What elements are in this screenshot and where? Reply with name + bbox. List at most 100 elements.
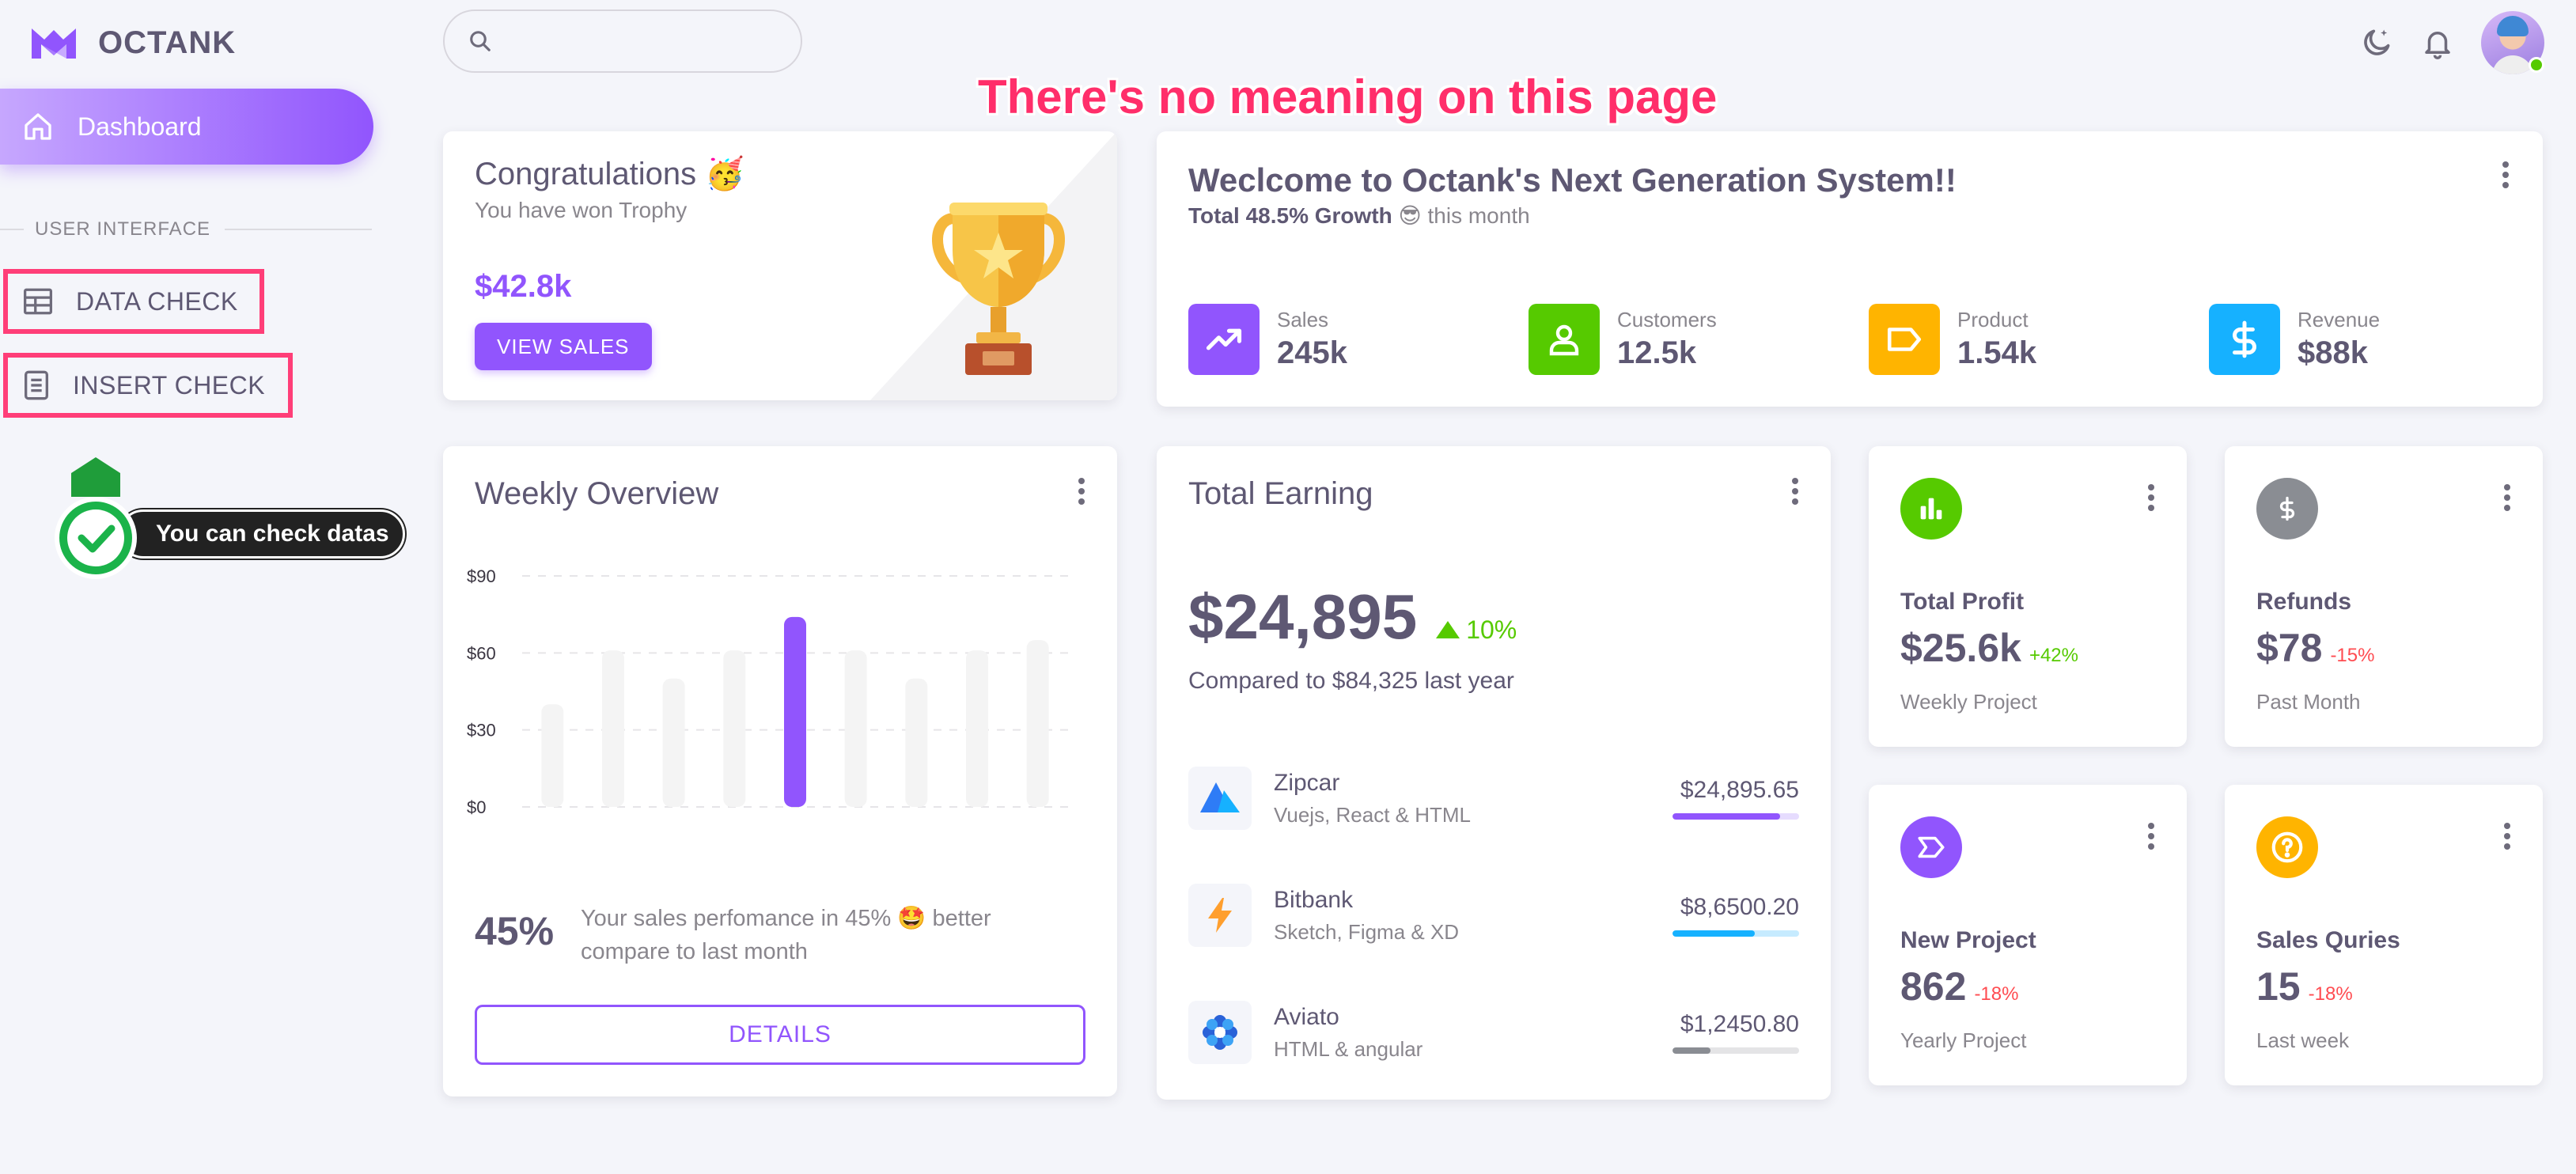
mini-card-value-row: $78 -15%	[2256, 625, 2374, 671]
view-sales-button[interactable]: VIEW SALES	[475, 323, 652, 370]
mini-card-label: Refunds	[2256, 589, 2351, 615]
mini-card-value: $25.6k	[1900, 626, 2021, 670]
tooltip: You can check datas	[119, 509, 405, 559]
congrats-title: Congratulations 🥳	[475, 157, 745, 191]
chart-bar[interactable]	[966, 650, 988, 807]
stat-label: Product	[1957, 308, 2029, 331]
aviato-logo	[1188, 1001, 1252, 1064]
search-input[interactable]	[506, 25, 775, 57]
chart-bar[interactable]	[784, 616, 806, 807]
brand-name: OCTANK	[98, 25, 237, 60]
congrats-amount: $42.8k	[475, 269, 572, 304]
earning-row-bitbank: Bitbank Sketch, Figma & XD $8,6500.20	[1188, 880, 1799, 951]
mini-card-change: -18%	[2308, 983, 2353, 1005]
mini-card-sales-queries: Sales Quries 15 -18% Last week	[2225, 785, 2543, 1085]
progress-bar	[1673, 813, 1799, 820]
stat-label: Sales	[1277, 308, 1329, 331]
trending-up-icon	[1188, 304, 1260, 375]
mini-card-change: -15%	[2330, 645, 2375, 666]
form-icon	[25, 370, 48, 400]
earning-row-zipcar: Zipcar Vuejs, React & HTML $24,895.65	[1188, 763, 1799, 834]
bar-chart-icon	[1900, 478, 1962, 540]
more-options-icon[interactable]	[2503, 484, 2511, 511]
chart-bar[interactable]	[844, 650, 867, 807]
earning-sub: HTML & angular	[1274, 1036, 1423, 1061]
help-circle-icon	[2256, 816, 2318, 878]
mini-card-label: Total Profit	[1900, 589, 2025, 615]
arrow-up-icon	[1436, 621, 1460, 638]
trophy-icon	[932, 203, 1065, 375]
check-circle-icon	[55, 457, 137, 579]
earning-item-amount: $24,895.65	[1680, 777, 1799, 803]
sidebar-item-insert-check[interactable]: INSERT CHECK	[3, 353, 293, 418]
user-icon	[1529, 304, 1600, 375]
stat-customers: Customers 12.5k	[1529, 304, 1717, 375]
y-tick-label: $0	[467, 797, 486, 817]
chart-bar[interactable]	[602, 650, 624, 807]
y-tick-label: $60	[467, 643, 496, 663]
header-actions	[2359, 11, 2544, 74]
growth-value: Total 48.5% Growth	[1188, 203, 1392, 228]
weekly-bar-chart: $90 $60 $30 $0	[467, 566, 1068, 817]
details-button[interactable]: DETAILS	[475, 1005, 1085, 1065]
chart-bar[interactable]	[723, 650, 746, 807]
chart-bar[interactable]	[1026, 640, 1049, 807]
total-earning-card: Total Earning $24,895 10% Compared to $8…	[1157, 446, 1831, 1100]
mini-card-sub: Past Month	[2256, 690, 2361, 714]
tooltip-text: You can check datas	[156, 521, 389, 547]
more-options-icon[interactable]	[2503, 823, 2511, 850]
bell-icon[interactable]	[2421, 25, 2454, 60]
more-options-icon[interactable]	[2147, 484, 2155, 511]
more-options-icon[interactable]	[2502, 161, 2510, 188]
weekly-description: Your sales perfomance in 45% 🤩 better co…	[581, 906, 991, 964]
sidebar-item-dashboard[interactable]: Dashboard	[0, 89, 373, 165]
stat-label: Customers	[1617, 308, 1717, 331]
mini-card-refunds: Refunds $78 -15% Past Month	[2225, 446, 2543, 747]
progress-fill	[1673, 813, 1780, 820]
section-title-text: USER INTERFACE	[35, 218, 211, 240]
welcome-growth: Total 48.5% Growth 😎 this month	[1188, 203, 1530, 229]
label-icon	[1900, 816, 1962, 878]
tag-icon	[1869, 304, 1940, 375]
dollar-circle-icon	[2256, 478, 2318, 540]
weekly-percent: 45%	[475, 909, 555, 953]
mini-card-value-row: 15 -18%	[2256, 964, 2353, 1009]
table-icon	[24, 288, 52, 315]
more-options-icon[interactable]	[1791, 478, 1799, 505]
stat-value: 12.5k	[1617, 335, 1697, 370]
earning-title: Total Earning	[1188, 476, 1373, 511]
search-icon	[470, 31, 491, 51]
progress-bar	[1673, 930, 1799, 937]
sidebar-item-data-check[interactable]: DATA CHECK	[3, 269, 264, 334]
mini-card-label: New Project	[1900, 927, 2036, 953]
zipcar-logo	[1188, 767, 1252, 830]
stat-product: Product 1.54k	[1869, 304, 2036, 375]
stat-value: $88k	[2298, 335, 2368, 370]
avatar[interactable]	[2481, 11, 2544, 74]
earning-name: Aviato	[1274, 1003, 1339, 1030]
growth-period: 😎 this month	[1398, 203, 1530, 228]
brand-logo[interactable]: OCTANK	[28, 24, 236, 62]
more-options-icon[interactable]	[1078, 478, 1085, 505]
chart-bar[interactable]	[541, 704, 564, 807]
section-title: USER INTERFACE	[0, 218, 372, 240]
moon-icon[interactable]	[2359, 25, 2394, 60]
search-bar[interactable]	[443, 9, 802, 73]
earning-sub: Sketch, Figma & XD	[1274, 919, 1460, 944]
sidebar: OCTANK Dashboard USER INTERFACE DATA CHE…	[0, 0, 405, 1174]
welcome-card: Weclcome to Octank's Next Generation Sys…	[1157, 131, 2543, 407]
more-options-icon[interactable]	[2147, 823, 2155, 850]
stat-value: 1.54k	[1957, 335, 2037, 370]
mini-card-total-profit: Total Profit $25.6k +42% Weekly Project	[1869, 446, 2187, 747]
mini-card-change: -18%	[1974, 983, 2019, 1005]
mini-card-value-row: $25.6k +42%	[1900, 625, 2078, 671]
chart-bar[interactable]	[662, 678, 685, 807]
earning-change-value: 10%	[1466, 615, 1517, 644]
stat-sales: Sales 245k	[1188, 304, 1347, 375]
stat-revenue: Revenue $88k	[2209, 304, 2380, 375]
mini-card-change: +42%	[2029, 645, 2078, 666]
online-status-dot	[2529, 57, 2544, 73]
earning-sub: Vuejs, React & HTML	[1274, 802, 1472, 827]
progress-fill	[1673, 1047, 1710, 1054]
chart-bar[interactable]	[905, 678, 928, 807]
